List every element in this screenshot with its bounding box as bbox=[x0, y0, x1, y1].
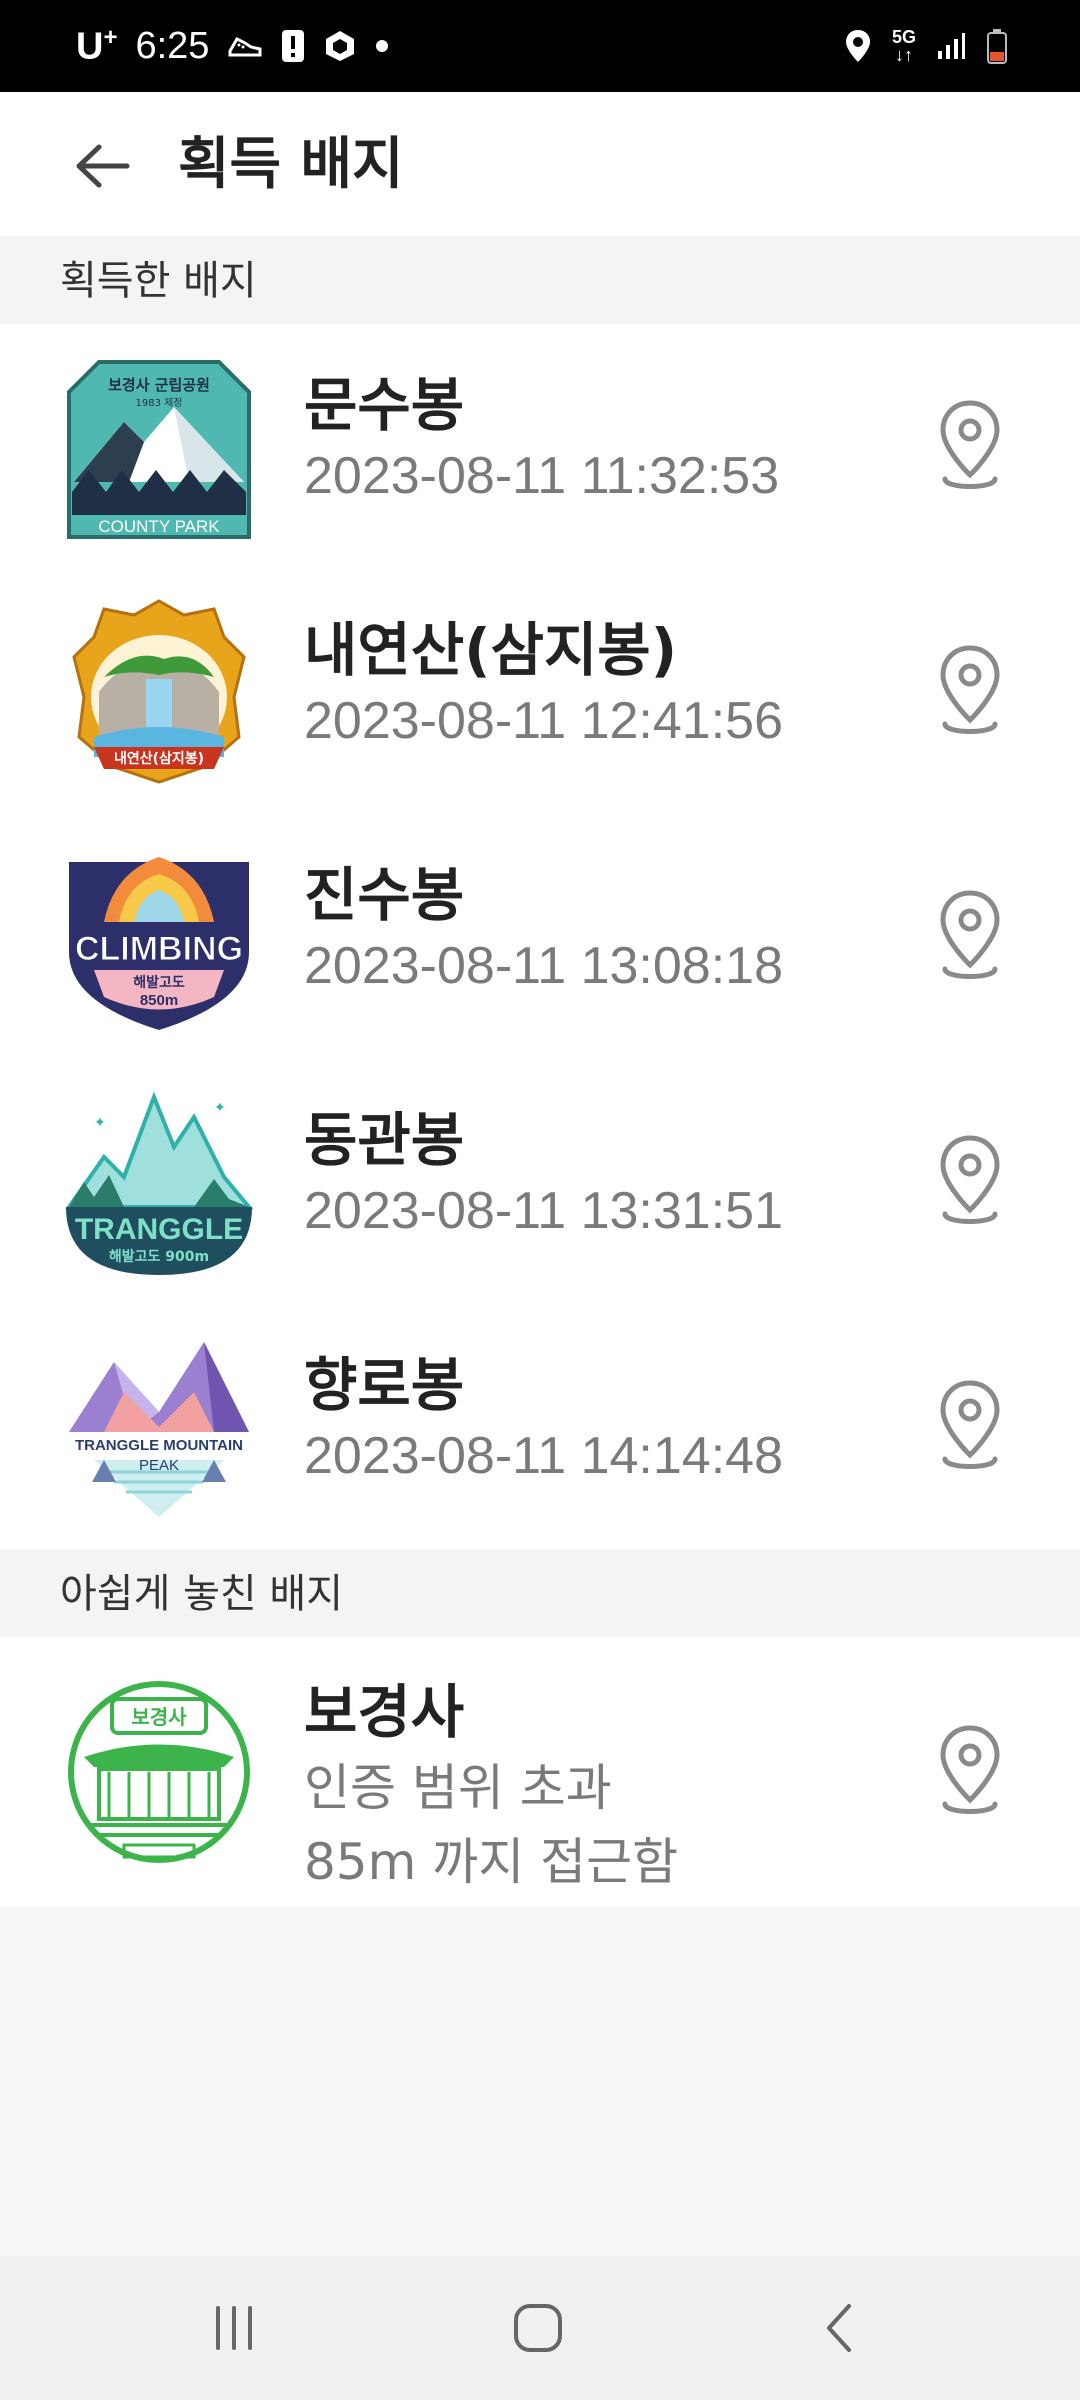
badge-text-bottom: 해발고도 900m bbox=[109, 1248, 209, 1265]
badge-text-top: TRANGGLE bbox=[75, 1213, 243, 1246]
badge-text-bottom: 내연산(삼지봉) bbox=[114, 750, 204, 767]
location-button[interactable] bbox=[920, 1715, 1020, 1825]
system-nav-bar bbox=[0, 2256, 1080, 2400]
box-icon bbox=[323, 29, 357, 63]
missed-section-header: 아쉽게 놓친 배지 bbox=[0, 1549, 1080, 1637]
network-type: 5G ↓↑ bbox=[891, 27, 916, 65]
location-status-icon bbox=[844, 29, 872, 63]
home-icon bbox=[514, 2304, 562, 2352]
badge-text-bottom: COUNTY PARK bbox=[98, 517, 220, 536]
list-item[interactable]: 내연산(삼지봉) 내연산(삼지봉) 2023-08-11 12:41:56 bbox=[0, 569, 1080, 814]
county-park-badge-icon: 보경사 군립공원 1983 제정 COUNTY PARK bbox=[64, 352, 254, 542]
badge-timestamp: 2023-08-11 13:31:51 bbox=[304, 1182, 783, 1240]
nav-back-button[interactable] bbox=[780, 2288, 900, 2368]
signal-icon bbox=[936, 31, 966, 61]
location-pin-icon bbox=[940, 1135, 1000, 1224]
app-bar: 획득 배지 bbox=[0, 92, 1080, 236]
temple-stamp-badge-icon: 보경사 bbox=[64, 1677, 254, 1867]
climbing-badge-icon: CLIMBING 해발고도 850m bbox=[64, 842, 254, 1032]
mountain-peak-badge-icon: TRANGGLE MOUNTAIN PEAK bbox=[64, 1332, 254, 1522]
location-button[interactable] bbox=[920, 635, 1020, 745]
page-title: 획득 배지 bbox=[178, 132, 404, 197]
location-button[interactable] bbox=[920, 880, 1020, 990]
dot-icon bbox=[375, 39, 389, 53]
badge-name: 내연산(삼지봉) bbox=[304, 616, 678, 684]
badge-name: 동관봉 bbox=[304, 1106, 465, 1174]
tranggle-badge-icon: TRANGGLE 해발고도 900m ✦ ✦ bbox=[64, 1087, 254, 1277]
earned-section-header: 획득한 배지 bbox=[0, 236, 1080, 324]
location-button[interactable] bbox=[920, 1125, 1020, 1235]
location-button[interactable] bbox=[920, 1370, 1020, 1480]
battery-icon bbox=[986, 28, 1008, 64]
list-item[interactable]: 보경사 군립공원 1983 제정 COUNTY PARK 문수봉 2023-08… bbox=[0, 324, 1080, 569]
waterfall-badge-icon: 내연산(삼지봉) bbox=[64, 597, 254, 787]
list-item[interactable]: 보경사 보경사 인증 범위 초과 85m 까지 접근함 bbox=[0, 1637, 1080, 1907]
recents-button[interactable] bbox=[174, 2288, 294, 2368]
arrow-left-icon bbox=[76, 144, 130, 188]
badge-timestamp: 2023-08-11 13:08:18 bbox=[304, 937, 783, 995]
location-pin-icon bbox=[940, 645, 1000, 734]
missed-section-label: 아쉽게 놓친 배지 bbox=[60, 1571, 344, 1617]
badge-timestamp: 2023-08-11 12:41:56 bbox=[304, 692, 783, 750]
earned-badge-list: 보경사 군립공원 1983 제정 COUNTY PARK 문수봉 2023-08… bbox=[0, 324, 1080, 1549]
badge-text-bottom: 850m bbox=[140, 992, 178, 1009]
alert-icon bbox=[281, 29, 305, 63]
location-pin-icon bbox=[940, 1380, 1000, 1469]
badge-text-mid: 해발고도 bbox=[133, 974, 185, 991]
badge-text-bottom: PEAK bbox=[139, 1457, 179, 1474]
clock: 6:25 bbox=[135, 24, 210, 67]
location-pin-icon bbox=[940, 400, 1000, 489]
approach-distance: 85m 까지 접근함 bbox=[304, 1833, 679, 1891]
badge-text-top: TRANGGLE MOUNTAIN bbox=[75, 1437, 243, 1454]
badge-name: 향로봉 bbox=[304, 1351, 465, 1419]
badge-text-top: 보경사 군립공원 bbox=[108, 376, 210, 394]
home-button[interactable] bbox=[478, 2288, 598, 2368]
recents-icon bbox=[216, 2306, 252, 2350]
list-item[interactable]: CLIMBING 해발고도 850m 진수봉 2023-08-11 13:08:… bbox=[0, 814, 1080, 1059]
location-pin-icon bbox=[940, 890, 1000, 979]
location-button[interactable] bbox=[920, 390, 1020, 500]
badge-timestamp: 2023-08-11 14:14:48 bbox=[304, 1427, 783, 1485]
badge-name: 문수봉 bbox=[304, 371, 465, 439]
badge-year: 1983 제정 bbox=[135, 397, 182, 409]
list-item[interactable]: TRANGGLE 해발고도 900m ✦ ✦ 동관봉 2023-08-11 13… bbox=[0, 1059, 1080, 1304]
back-icon bbox=[827, 2304, 851, 2352]
badge-name: 보경사 bbox=[304, 1678, 465, 1746]
svg-text:✦: ✦ bbox=[214, 1100, 226, 1116]
badge-text: 보경사 bbox=[131, 1705, 187, 1729]
badge-timestamp: 2023-08-11 11:32:53 bbox=[304, 447, 780, 505]
missed-reason: 인증 범위 초과 bbox=[304, 1759, 612, 1817]
back-button[interactable] bbox=[56, 126, 146, 206]
badge-name: 진수봉 bbox=[304, 861, 465, 929]
location-pin-icon bbox=[940, 1725, 1000, 1814]
sneaker-icon bbox=[227, 31, 263, 61]
svg-text:✦: ✦ bbox=[94, 1115, 106, 1131]
badge-text-top: CLIMBING bbox=[75, 930, 243, 968]
list-item[interactable]: TRANGGLE MOUNTAIN PEAK 향로봉 2023-08-11 14… bbox=[0, 1304, 1080, 1549]
missed-badge-list: 보경사 보경사 인증 범위 초과 85m 까지 접근함 bbox=[0, 1637, 1080, 1907]
status-bar: U+ 6:25 5G ↓↑ bbox=[0, 0, 1080, 92]
carrier-label: U+ bbox=[76, 23, 118, 68]
earned-section-label: 획득한 배지 bbox=[60, 258, 257, 304]
